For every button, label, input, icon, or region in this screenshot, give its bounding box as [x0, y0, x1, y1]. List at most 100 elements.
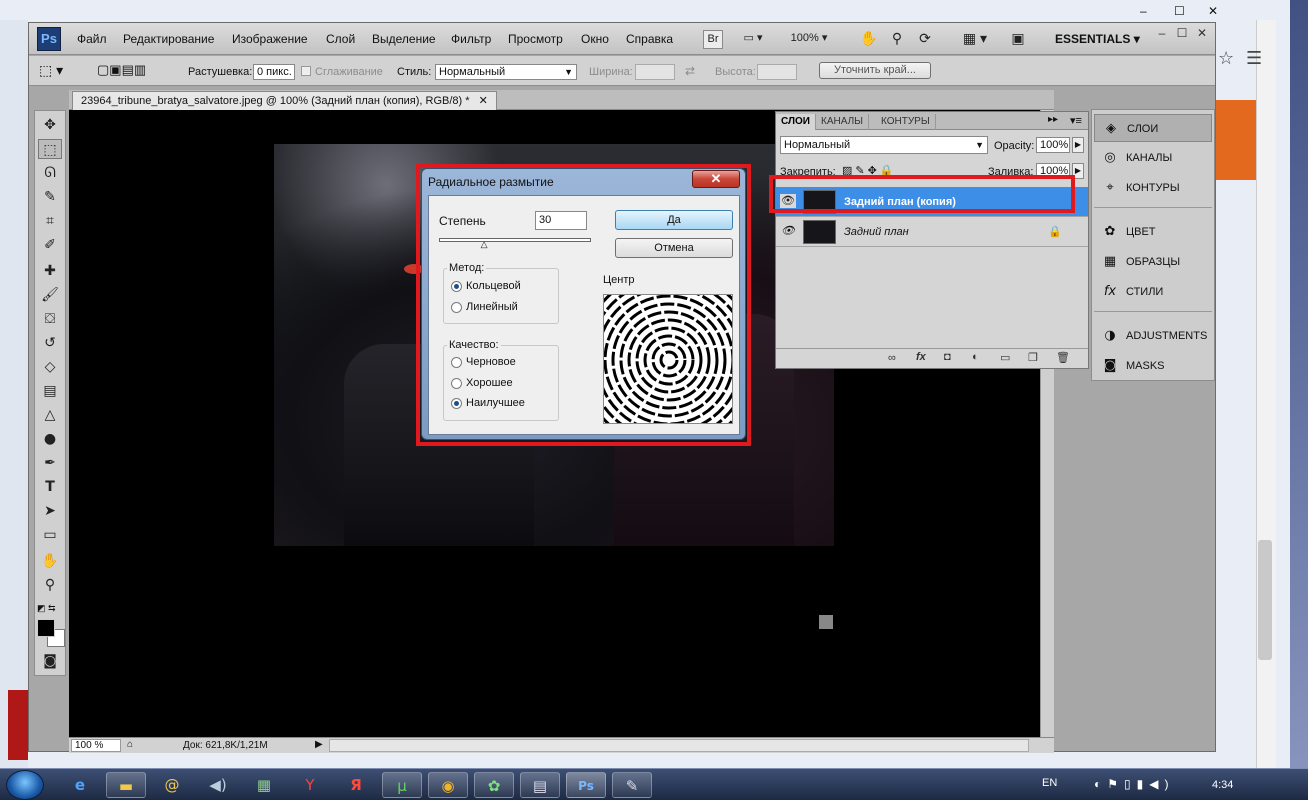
quality-radio-best[interactable] [451, 398, 462, 409]
dialog-close-icon[interactable]: ✕ [692, 170, 740, 188]
mask-icon[interactable]: ◘ [944, 351, 951, 363]
panel-menu-icon[interactable]: ▾≡ [1070, 114, 1082, 127]
bg-maximize-icon[interactable]: ☐ [1174, 4, 1185, 18]
tray-icons[interactable]: ◐⚑▯▮◀) [1094, 777, 1174, 791]
zoom-tool-icon[interactable]: ⚲ [38, 575, 62, 595]
method-radio-spin[interactable] [451, 281, 462, 292]
document-tab-close-icon[interactable]: ✕ [479, 95, 488, 107]
media-player-icon[interactable]: ◀) [198, 772, 238, 798]
pen-tool-icon[interactable]: ✒ [38, 453, 62, 473]
zoom-icon[interactable]: ⚲ [887, 30, 907, 49]
dock-masks[interactable]: ◙ MASKS [1094, 352, 1212, 380]
spreadsheet-icon[interactable]: ▦ [244, 772, 284, 798]
blur-center-preview[interactable] [603, 294, 733, 424]
paint-icon[interactable]: ✎ [612, 772, 652, 798]
status-page-icon[interactable]: ⌂ [127, 739, 133, 750]
mail-agent-icon[interactable]: @ [152, 772, 192, 798]
menu-help[interactable]: Справка [626, 32, 673, 46]
arrange-documents-icon[interactable]: ▦ ▾ [957, 30, 993, 49]
healing-brush-tool-icon[interactable]: ✚ [38, 261, 62, 281]
bg-minimize-icon[interactable]: – [1140, 4, 1147, 18]
opacity-input[interactable]: 100% [1036, 137, 1070, 153]
yandex-browser-icon[interactable]: Y [290, 772, 330, 798]
type-tool-icon[interactable]: T [38, 477, 62, 497]
start-button[interactable] [6, 770, 44, 800]
amount-input[interactable]: 30 [535, 211, 587, 230]
dock-styles[interactable]: fx СТИЛИ [1094, 278, 1212, 306]
dodge-tool-icon[interactable]: ● [38, 429, 62, 449]
utorrent-icon[interactable]: µ [382, 772, 422, 798]
menu-image[interactable]: Изображение [232, 32, 308, 46]
default-colors-icon[interactable]: ◩ ⇆ [37, 603, 56, 614]
maximize-icon[interactable]: ☐ [1171, 25, 1193, 41]
clock[interactable]: 4:34 [1212, 779, 1233, 791]
hand-icon[interactable]: ✋ [859, 30, 879, 49]
background-scrollbar-thumb[interactable] [1258, 540, 1272, 660]
language-indicator[interactable]: EN [1042, 777, 1057, 789]
workspace-switcher[interactable]: ESSENTIALS ▾ [1055, 32, 1140, 46]
quality-radio-good[interactable] [451, 378, 462, 389]
explorer-folder-icon[interactable]: ▬ [106, 772, 146, 798]
shape-tool-icon[interactable]: ▭ [38, 525, 62, 545]
photoshop-taskbar-icon[interactable]: Ps [566, 772, 606, 798]
quick-mask-icon[interactable]: ◙ [38, 651, 62, 671]
tab-channels[interactable]: КАНАЛЫ [816, 114, 870, 130]
close-icon[interactable]: ✕ [1191, 25, 1213, 41]
dock-channels[interactable]: ◎ КАНАЛЫ [1094, 144, 1212, 172]
dock-color[interactable]: ✿ ЦВЕТ [1094, 218, 1212, 246]
fx-icon[interactable]: fx [916, 351, 926, 363]
feather-input[interactable]: 0 пикс. [253, 64, 295, 80]
cancel-button[interactable]: Отмена [615, 238, 733, 258]
ok-button[interactable]: Да [615, 210, 733, 230]
menu-icon[interactable]: ☰ [1246, 48, 1262, 69]
width-input[interactable] [635, 64, 675, 80]
dock-adjustments[interactable]: ◑ ADJUSTMENTS [1094, 322, 1212, 350]
height-input[interactable] [757, 64, 797, 80]
gradient-tool-icon[interactable]: ▤ [38, 381, 62, 401]
amount-slider-thumb[interactable]: △ [481, 240, 488, 249]
dock-paths[interactable]: ⌖ КОНТУРЫ [1094, 174, 1212, 202]
eraser-tool-icon[interactable]: ◇ [38, 357, 62, 377]
history-brush-tool-icon[interactable]: ↺ [38, 333, 62, 353]
canvas-horizontal-scrollbar[interactable] [329, 739, 1029, 752]
opacity-arrow-icon[interactable]: ▶ [1072, 137, 1084, 153]
amount-slider-track[interactable] [439, 238, 591, 242]
quick-selection-tool-icon[interactable]: ✎ [38, 187, 62, 207]
menu-layer[interactable]: Слой [326, 32, 355, 46]
menu-window[interactable]: Окно [581, 32, 609, 46]
swap-dimensions-icon[interactable]: ⇄ [685, 64, 695, 78]
marquee-tool-icon[interactable]: ⬚ [38, 139, 62, 159]
eye-icon[interactable]: 👁 [780, 224, 796, 238]
adjustment-icon[interactable]: ◐ [972, 351, 979, 363]
collapse-panel-icon[interactable]: ▸▸ [1048, 114, 1058, 125]
trash-icon[interactable]: 🗑 [1056, 351, 1070, 364]
layer-row-background[interactable]: 👁 Задний план 🔒 [776, 217, 1088, 247]
view-extras-icon[interactable]: ▭ ▾ [735, 30, 771, 49]
dock-swatches[interactable]: ▦ ОБРАЗЦЫ [1094, 248, 1212, 276]
link-icon[interactable]: ∞ [888, 352, 896, 364]
blur-tool-icon[interactable]: △ [38, 405, 62, 425]
rotate-view-icon[interactable]: ⟳ [915, 30, 935, 49]
antialias-checkbox[interactable] [301, 66, 311, 76]
foreground-color-swatch[interactable] [37, 619, 55, 637]
tab-paths[interactable]: КОНТУРЫ [876, 114, 936, 130]
tab-layers[interactable]: СЛОИ [776, 114, 816, 130]
folder-icon[interactable]: ▭ [1000, 351, 1010, 364]
path-selection-tool-icon[interactable]: ➤ [38, 501, 62, 521]
zoom-field[interactable]: 100 % [71, 739, 121, 752]
yandex-icon[interactable]: Я [336, 772, 376, 798]
quality-radio-draft[interactable] [451, 357, 462, 368]
refine-edge-button[interactable]: Уточнить край... [819, 62, 931, 79]
dock-layers[interactable]: ◈ СЛОИ [1094, 114, 1212, 142]
move-tool-icon[interactable]: ✥ [38, 115, 62, 135]
crop-tool-icon[interactable]: ⌗ [38, 211, 62, 231]
bridge-button[interactable]: Br [703, 30, 723, 49]
eyedropper-tool-icon[interactable]: ✐ [38, 235, 62, 255]
method-radio-zoom[interactable] [451, 302, 462, 313]
hand-tool-icon[interactable]: ✋ [38, 551, 62, 571]
zoom-level-dropdown[interactable]: 100% ▾ [781, 30, 837, 49]
marquee-tool-preset-icon[interactable]: ⬚ ▾ [39, 62, 63, 79]
menu-select[interactable]: Выделение [372, 32, 436, 46]
document-tab[interactable]: 23964_tribune_bratya_salvatore.jpeg @ 10… [72, 91, 497, 110]
chrome-icon[interactable]: ◉ [428, 772, 468, 798]
